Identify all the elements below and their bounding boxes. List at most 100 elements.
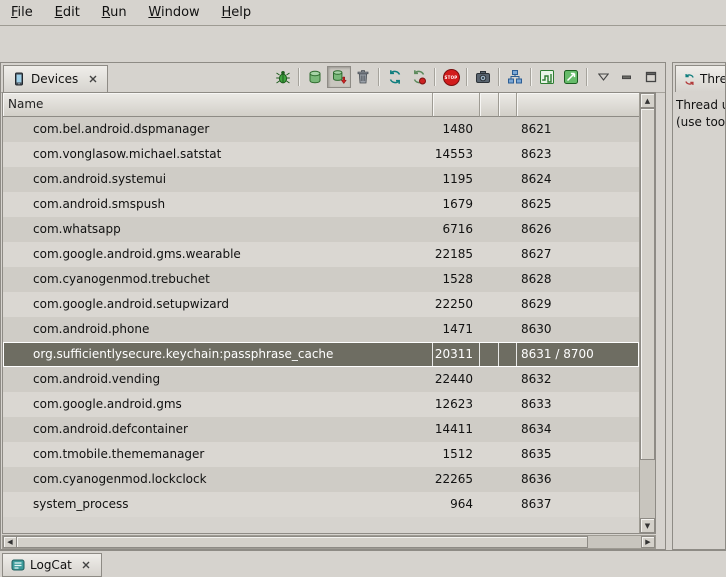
process-pid: 22440	[433, 367, 480, 392]
scroll-right-icon: ▶	[645, 538, 650, 546]
process-name: com.android.smspush	[3, 192, 433, 217]
process-row[interactable]: com.google.android.setupwizard 22250 862…	[3, 292, 639, 317]
process-port: 8637	[517, 492, 639, 517]
scroll-left-button[interactable]: ◀	[3, 536, 17, 548]
process-port: 8628	[517, 267, 639, 292]
chevron-down-icon	[598, 73, 609, 81]
screen-capture-button[interactable]	[471, 66, 495, 88]
process-row[interactable]: com.android.systemui 1195 8624	[3, 167, 639, 192]
process-pid: 12623	[433, 392, 480, 417]
menu-window[interactable]: Window	[139, 0, 208, 25]
process-row[interactable]: com.android.smspush 1679 8625	[3, 192, 639, 217]
process-name: com.cyanogenmod.trebuchet	[3, 267, 433, 292]
minimize-view-button[interactable]	[615, 66, 639, 88]
scroll-up-button[interactable]: ▲	[640, 93, 655, 108]
process-row[interactable]: com.vonglasow.michael.satstat 14553 8623	[3, 142, 639, 167]
column-header-3[interactable]	[480, 93, 499, 117]
scroll-down-button[interactable]: ▼	[640, 518, 655, 533]
column-header-name[interactable]: Name	[3, 93, 433, 117]
process-port: 8636	[517, 467, 639, 492]
process-name: com.google.android.gms	[3, 392, 433, 417]
process-name: com.whatsapp	[3, 217, 433, 242]
menu-file[interactable]: File	[2, 0, 42, 25]
scroll-right-button[interactable]: ▶	[641, 536, 655, 548]
maximize-icon	[645, 71, 657, 83]
close-icon[interactable]	[80, 559, 93, 572]
process-pid: 20311	[433, 342, 480, 367]
process-row[interactable]: com.android.vending 22440 8632	[3, 367, 639, 392]
menu-edit[interactable]: Edit	[46, 0, 89, 25]
process-row[interactable]: com.cyanogenmod.trebuchet 1528 8628	[3, 267, 639, 292]
column-header-port[interactable]	[517, 93, 639, 117]
process-name: com.google.android.setupwizard	[3, 292, 433, 317]
process-pid: 1528	[433, 267, 480, 292]
process-row[interactable]: com.whatsapp 6716 8626	[3, 217, 639, 242]
dump-hprof-icon	[331, 69, 347, 85]
vertical-scrollbar[interactable]: ▲ ▼	[639, 93, 655, 533]
process-pid: 964	[433, 492, 480, 517]
process-pid: 1195	[433, 167, 480, 192]
update-heap-icon	[307, 69, 323, 85]
horizontal-scrollbar[interactable]: ◀ ▶	[2, 535, 656, 549]
method-profiling-icon	[411, 69, 427, 85]
process-port: 8621	[517, 117, 639, 142]
toolbar-separator	[530, 68, 532, 86]
scroll-down-icon: ▼	[645, 522, 650, 530]
horizontal-scrollbar-thumb[interactable]	[16, 536, 588, 548]
process-name: com.cyanogenmod.lockclock	[3, 467, 433, 492]
start-method-profiling-button[interactable]	[407, 66, 431, 88]
process-row[interactable]: com.cyanogenmod.lockclock 22265 8636	[3, 467, 639, 492]
process-port: 8635	[517, 442, 639, 467]
tab-devices[interactable]: Devices	[3, 65, 108, 92]
menu-run[interactable]: Run	[93, 0, 136, 25]
process-row[interactable]: system_process 964 8637	[3, 492, 639, 517]
process-row[interactable]: com.tmobile.thememanager 1512 8635	[3, 442, 639, 467]
process-pid: 22250	[433, 292, 480, 317]
column-header-4[interactable]	[499, 93, 517, 117]
debug-process-button[interactable]	[271, 66, 295, 88]
threads-message: Thread updates not enabled for selected …	[676, 97, 726, 131]
process-pid: 14553	[433, 142, 480, 167]
dump-hprof-button[interactable]	[327, 66, 351, 88]
update-heap-button[interactable]	[303, 66, 327, 88]
opengl-trace-icon	[563, 69, 579, 85]
threads-icon	[683, 73, 696, 86]
start-opengl-trace-button[interactable]	[559, 66, 583, 88]
process-row[interactable]: com.bel.android.dspmanager 1480 8621	[3, 117, 639, 142]
tab-threads[interactable]: Threads	[675, 65, 726, 92]
garbage-can-icon	[355, 69, 371, 85]
menu-help[interactable]: Help	[213, 0, 261, 25]
update-threads-button[interactable]	[383, 66, 407, 88]
process-row[interactable]: com.google.android.gms.wearable 22185 86…	[3, 242, 639, 267]
process-port: 8624	[517, 167, 639, 192]
process-row[interactable]: com.android.defcontainer 14411 8634	[3, 417, 639, 442]
dump-view-hierarchy-button[interactable]	[503, 66, 527, 88]
bottom-view-strip: LogCat	[0, 550, 726, 577]
toolbar-separator	[434, 68, 436, 86]
process-port: 8630	[517, 317, 639, 342]
process-port: 8632	[517, 367, 639, 392]
view-menu-button[interactable]	[591, 66, 615, 88]
process-name: com.vonglasow.michael.satstat	[3, 142, 433, 167]
column-header-pid[interactable]	[433, 93, 480, 117]
cause-gc-button[interactable]	[351, 66, 375, 88]
stop-icon-label: STOP	[445, 75, 458, 80]
main-toolbar-area	[0, 27, 726, 61]
devices-view-panel: Devices	[0, 62, 666, 550]
process-row[interactable]: com.google.android.gms 12623 8633	[3, 392, 639, 417]
process-name: com.android.vending	[3, 367, 433, 392]
close-icon[interactable]	[86, 73, 99, 86]
vertical-scrollbar-thumb[interactable]	[640, 108, 655, 460]
process-row[interactable]: com.android.phone 1471 8630	[3, 317, 639, 342]
tab-logcat[interactable]: LogCat	[2, 553, 102, 577]
stop-process-button[interactable]: STOP	[439, 66, 463, 88]
process-row-selected[interactable]: org.sufficientlysecure.keychain:passphra…	[3, 342, 639, 367]
tab-devices-label: Devices	[31, 72, 78, 86]
process-port: 8627	[517, 242, 639, 267]
stop-icon: STOP	[443, 69, 460, 86]
maximize-view-button[interactable]	[639, 66, 663, 88]
process-port: 8634	[517, 417, 639, 442]
toolbar-separator	[498, 68, 500, 86]
process-name: com.android.systemui	[3, 167, 433, 192]
capture-systrace-button[interactable]	[535, 66, 559, 88]
